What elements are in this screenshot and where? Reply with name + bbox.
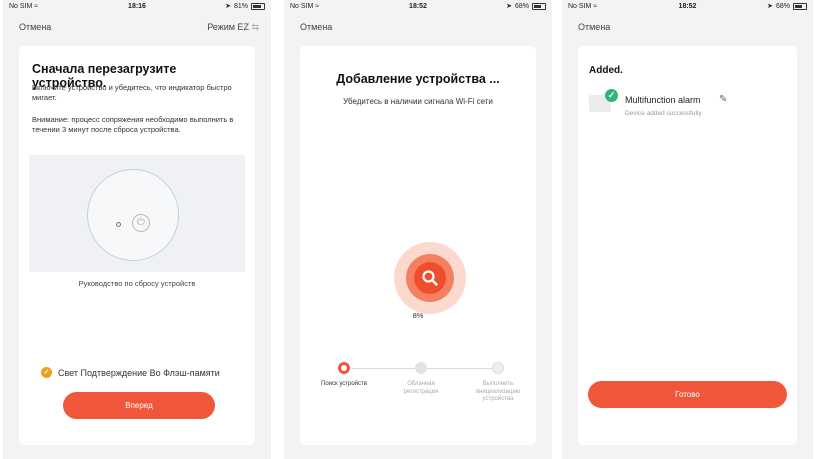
step-cloud-label: Облачная регистрация	[403, 381, 439, 395]
page-title: Added.	[589, 65, 623, 76]
location-icon: ➤	[225, 3, 231, 10]
checkmark-icon: ✓	[41, 367, 52, 378]
cancel-button[interactable]: Отмена	[300, 22, 332, 32]
device-name: Multifunction alarm	[625, 95, 701, 105]
device-added-screen: No SIM ≈ 18:52 ➤ 68% Отмена Added. ✓ Mul…	[562, 0, 813, 459]
pencil-icon[interactable]: ✎	[719, 94, 727, 105]
swap-icon: ⇆	[251, 22, 259, 32]
battery-icon	[793, 2, 807, 10]
instruction-text: Включите устройство и убедитесь, что инд…	[32, 83, 232, 102]
next-button[interactable]: Вперед	[63, 392, 215, 419]
status-bar: No SIM ≈ 18:52 ➤ 68%	[562, 0, 813, 14]
step-cloud-dot	[415, 362, 427, 374]
cancel-button[interactable]: Отмена	[19, 22, 51, 32]
battery-fill	[253, 4, 262, 8]
checkmark-icon: ✓	[605, 89, 618, 102]
nav-bar: Отмена	[284, 22, 552, 38]
device-added-card: Added. ✓ Multifunction alarm ✎ Device ad…	[578, 46, 797, 445]
step-init-label: Выполнить инициализацию устройства	[475, 381, 521, 402]
progress-percent: 8%	[412, 311, 424, 320]
device-status: Device added successfully	[625, 110, 702, 117]
device-dial: ⏻	[87, 169, 179, 261]
nav-bar: Отмена	[562, 22, 813, 38]
battery-percent: 68%	[775, 2, 790, 10]
nav-bar: Отмена Режим EZ ⇆	[3, 22, 271, 38]
cancel-button[interactable]: Отмена	[578, 22, 610, 32]
battery-percent: 68%	[514, 2, 529, 10]
location-icon: ➤	[506, 3, 512, 10]
battery-icon	[251, 2, 265, 10]
power-icon: ⏻	[132, 214, 150, 232]
ez-mode-button[interactable]: Режим EZ ⇆	[207, 22, 259, 33]
step-init-dot	[492, 362, 504, 374]
warning-text: Внимание: процесс сопряжения необходимо …	[32, 115, 234, 134]
status-bar: No SIM ≈ 18:52 ➤ 68%	[284, 0, 552, 14]
checkbox-label: Свет Подтверждение Во Флэш-памяти	[58, 367, 220, 378]
step-search-label: Поиск устройств	[321, 381, 367, 387]
reset-instructions-card: Сначала перезагрузите устройство. Включи…	[19, 46, 255, 445]
search-icon	[422, 270, 438, 286]
reset-guide-link[interactable]: Руководство по сбросу устройств	[19, 279, 255, 288]
done-button[interactable]: Готово	[588, 381, 787, 408]
battery-fill	[795, 4, 802, 8]
adding-device-screen: No SIM ≈ 18:52 ➤ 68% Отмена Добавление у…	[284, 0, 552, 459]
device-reset-illustration: ⏻	[29, 155, 245, 272]
reset-device-screen: No SIM ≈ 18:16 ➤ 81% Отмена Режим EZ ⇆ С…	[3, 0, 271, 459]
indicator-light	[116, 222, 121, 227]
wifi-hint: Убедитесь в наличии сигнала Wi-Fi сети	[343, 97, 493, 106]
search-animation	[394, 242, 466, 314]
status-bar: No SIM ≈ 18:16 ➤ 81%	[3, 0, 271, 14]
light-confirm-checkbox[interactable]: ✓ Свет Подтверждение Во Флэш-памяти	[41, 367, 220, 378]
step-search-dot	[338, 362, 350, 374]
battery-percent: 81%	[233, 2, 248, 10]
battery-fill	[534, 4, 541, 8]
battery-icon	[532, 2, 546, 10]
adding-progress-card: Добавление устройства ... Убедитесь в на…	[300, 46, 536, 445]
location-icon: ➤	[767, 3, 773, 10]
page-title: Добавление устройства ...	[336, 72, 500, 86]
